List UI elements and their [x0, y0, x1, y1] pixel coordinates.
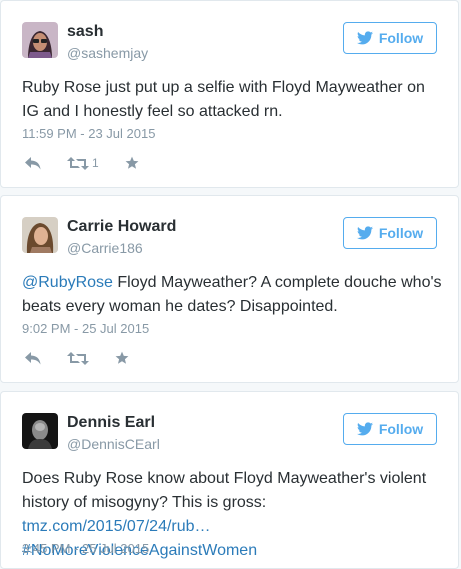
- user-handle[interactable]: @Carrie186: [67, 240, 143, 256]
- tweet-card: Dennis Earl @DennisCEarl Follow Does Rub…: [0, 391, 459, 569]
- tweet-actions: 1: [25, 155, 165, 171]
- reply-button[interactable]: [25, 156, 41, 170]
- mention-link[interactable]: @RubyRose: [22, 274, 113, 291]
- star-icon: [125, 156, 139, 169]
- tweet-card: Carrie Howard @Carrie186 Follow @RubyRos…: [0, 195, 459, 383]
- tweet-text: @RubyRose Floyd Mayweather? A complete d…: [22, 271, 442, 319]
- tweet-text: Ruby Rose just put up a selfie with Floy…: [22, 79, 425, 120]
- timestamp[interactable]: 9:02 PM - 25 Jul 2015: [22, 321, 149, 336]
- display-name[interactable]: Dennis Earl: [67, 414, 155, 432]
- tweet-body: Does Ruby Rose know about Floyd Mayweath…: [22, 470, 427, 511]
- twitter-bird-icon: [356, 226, 373, 240]
- follow-label: Follow: [378, 30, 424, 46]
- follow-button[interactable]: Follow: [343, 22, 437, 54]
- reply-icon: [25, 351, 41, 364]
- avatar[interactable]: [22, 217, 58, 253]
- twitter-bird-icon: [356, 31, 373, 45]
- url-link[interactable]: tmz.com/2015/07/24/rub…: [22, 518, 211, 535]
- avatar[interactable]: [22, 413, 58, 449]
- display-name[interactable]: Carrie Howard: [67, 218, 176, 236]
- follow-label: Follow: [378, 421, 424, 437]
- user-handle[interactable]: @sashemjay: [67, 45, 148, 61]
- favorite-button[interactable]: [125, 156, 139, 170]
- retweet-button[interactable]: 1: [67, 156, 99, 170]
- reply-button[interactable]: [25, 351, 41, 365]
- tweet-actions: [25, 350, 155, 366]
- user-handle[interactable]: @DennisCEarl: [67, 436, 160, 452]
- display-name[interactable]: sash: [67, 23, 103, 41]
- retweet-icon: [67, 156, 89, 170]
- tweet-card: sash @sashemjay Follow Ruby Rose just pu…: [0, 0, 459, 188]
- favorite-button[interactable]: [115, 351, 129, 365]
- follow-button[interactable]: Follow: [343, 413, 437, 445]
- retweet-count: 1: [92, 156, 99, 170]
- twitter-bird-icon: [356, 422, 373, 436]
- star-icon: [115, 351, 129, 364]
- timestamp[interactable]: 3:45 PM - 25 Jul 2015: [22, 541, 149, 556]
- timestamp[interactable]: 11:59 PM - 23 Jul 2015: [22, 126, 155, 141]
- avatar[interactable]: [22, 22, 58, 58]
- reply-icon: [25, 156, 41, 169]
- retweet-icon: [67, 351, 89, 365]
- follow-label: Follow: [378, 225, 424, 241]
- follow-button[interactable]: Follow: [343, 217, 437, 249]
- retweet-button[interactable]: [67, 351, 89, 365]
